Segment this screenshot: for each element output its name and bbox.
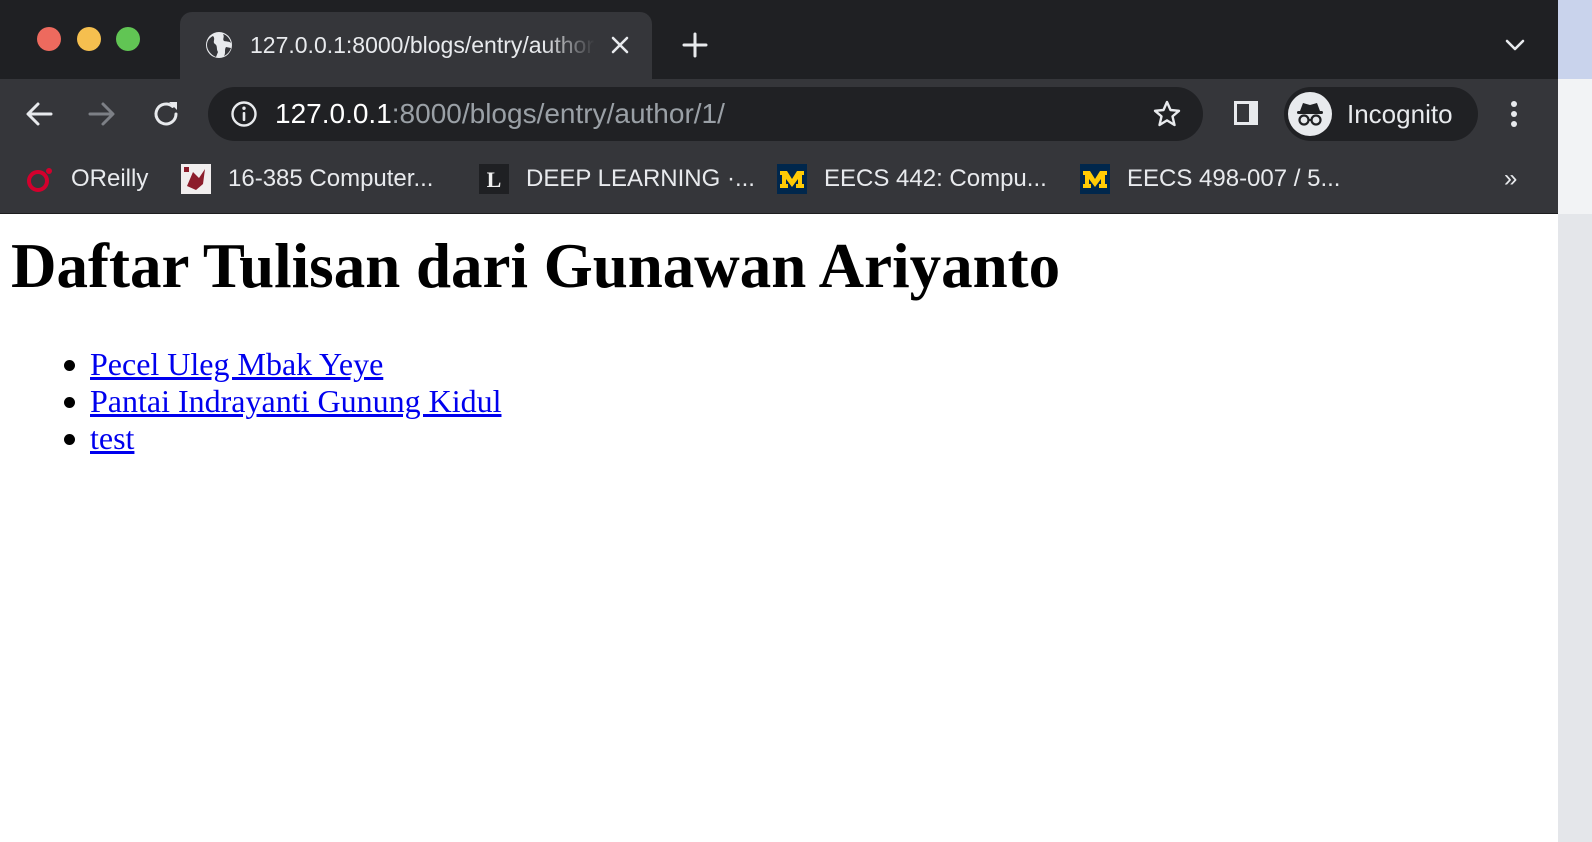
l-icon: L [479,164,509,194]
michigan-icon [1080,164,1110,194]
url-text[interactable]: 127.0.0.1:8000/blogs/entry/author/1/ [275,98,725,130]
side-panel-icon[interactable] [1232,99,1260,127]
incognito-label: Incognito [1347,99,1453,129]
bookmarks-bar: OReilly 16-385 Computer... L DEEP LEARNI… [0,149,1558,214]
bookmark-16-385[interactable]: 16-385 Computer... [181,161,433,197]
browser-window: 127.0.0.1:8000/blogs/entry/author/1/ 127… [0,0,1558,842]
bookmarks-overflow-button[interactable]: » [1504,161,1517,197]
close-window-button[interactable] [37,27,61,51]
page-content: Daftar Tulisan dari Gunawan Ariyanto Pec… [0,214,1558,842]
back-arrow-icon[interactable] [23,98,55,130]
zoom-window-button[interactable] [116,27,140,51]
background-window-edge [1558,0,1592,842]
bookmark-eecs-442[interactable]: EECS 442: Compu... [777,161,1047,197]
entry-link[interactable]: Pantai Indrayanti Gunung Kidul [90,383,501,420]
url-path: :8000/blogs/entry/author/1/ [391,98,725,129]
globe-icon [206,32,232,58]
bullet-icon [64,397,75,408]
incognito-profile-button[interactable]: Incognito [1284,87,1478,141]
address-bar[interactable]: 127.0.0.1:8000/blogs/entry/author/1/ [208,87,1203,141]
url-host: 127.0.0.1 [275,98,392,129]
bookmark-label: OReilly [71,165,149,192]
minimize-window-button[interactable] [77,27,101,51]
tab-title: 127.0.0.1:8000/blogs/entry/author/1/ [250,32,595,58]
svg-text:L: L [487,167,502,192]
incognito-icon [1288,92,1332,136]
bookmark-label: EECS 498-007 / 5... [1127,165,1341,192]
info-icon[interactable] [230,100,258,128]
background-window-toolbar [1558,79,1592,214]
toolbar: 127.0.0.1:8000/blogs/entry/author/1/ Inc… [0,79,1558,149]
page-title: Daftar Tulisan dari Gunawan Ariyanto [11,231,1061,301]
tab-strip: 127.0.0.1:8000/blogs/entry/author/1/ [0,0,1558,79]
reload-icon[interactable] [150,98,182,130]
bookmark-deep-learning[interactable]: L DEEP LEARNING ·... [479,161,755,197]
entry-link[interactable]: test [90,420,134,457]
cmu-icon [181,164,211,194]
forward-arrow-icon[interactable] [86,98,118,130]
bookmark-label: EECS 442: Compu... [824,165,1047,192]
entry-link[interactable]: Pecel Uleg Mbak Yeye [90,346,383,383]
background-window-tabstrip [1558,0,1592,79]
michigan-icon [777,164,807,194]
close-tab-icon[interactable] [608,33,632,57]
chevron-double-right-icon: » [1504,165,1518,192]
bookmark-label: 16-385 Computer... [228,165,434,192]
more-menu-icon[interactable] [1502,99,1526,129]
bookmark-oreilly[interactable]: OReilly [24,161,148,197]
bullet-icon [64,434,75,445]
bookmark-eecs-498[interactable]: EECS 498-007 / 5... [1080,161,1340,197]
active-tab[interactable]: 127.0.0.1:8000/blogs/entry/author/1/ [180,12,652,79]
bullet-icon [64,360,75,371]
bookmark-label: DEEP LEARNING ·... [526,165,755,192]
oreilly-icon [27,168,52,192]
new-tab-icon[interactable] [681,31,709,59]
star-icon[interactable] [1152,99,1182,129]
chevron-down-icon[interactable] [1503,35,1527,55]
